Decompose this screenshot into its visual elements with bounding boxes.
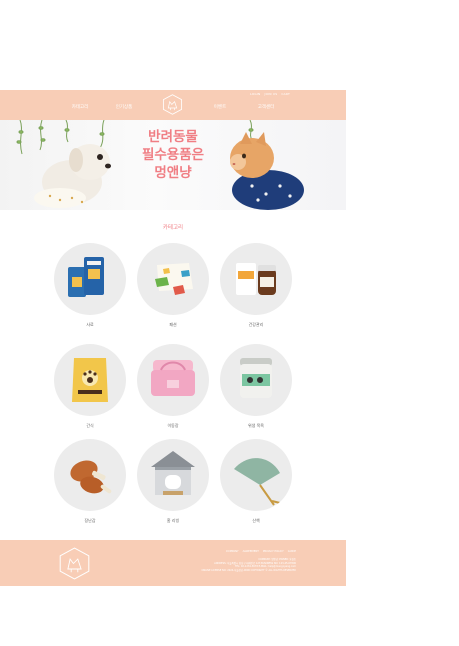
category-label: 패션 (169, 322, 177, 327)
hero-banner[interactable]: 반려동물 필수용품은 멍앤냥 (0, 120, 346, 210)
category-section-title: 카테고리 (162, 225, 184, 231)
footer: COMPANY AGREEMENT PRIVACY POLICY GUIDE C… (0, 540, 346, 586)
category-hygiene[interactable]: 위생 목욕 (220, 344, 292, 429)
top-links: LOGIN JOIN US CART (250, 92, 290, 96)
category-label: 이동장 (167, 423, 179, 428)
category-carrier[interactable]: 이동장 (137, 344, 209, 429)
footer-company-info: COMPANY: 멍앤냥 OWNER: 홍길동 ADDRESS: 서울특별시 강… (201, 558, 296, 572)
chicken-leg-toy-icon (70, 460, 112, 494)
category-image (220, 344, 292, 416)
category-image (137, 243, 209, 315)
hygiene-tub-icon (240, 358, 272, 398)
category-label: 사료 (86, 322, 94, 327)
footer-link-privacy[interactable]: PRIVACY POLICY (263, 550, 284, 553)
category-fashion[interactable]: 패션 (137, 243, 209, 328)
category-label: 장난감 (84, 518, 96, 523)
category-image (54, 439, 126, 511)
category-image (220, 243, 292, 315)
hero-title: 반려동물 필수용품은 멍앤냥 (103, 128, 243, 182)
footer-link-guide[interactable]: GUIDE (288, 550, 296, 553)
category-image (137, 344, 209, 416)
category-health[interactable]: 건강관리 (220, 243, 292, 328)
walking-umbrella-icon (234, 458, 281, 506)
hero-title-line: 반려동물 (148, 129, 198, 145)
page: LOGIN JOIN US CART 카테고리 인기상품 이벤트 고객센터 반려… (0, 90, 346, 586)
pet-clothing-icon (155, 263, 193, 295)
hexagon-cat-logo-icon[interactable] (162, 94, 183, 115)
pet-food-bag-icon (68, 257, 104, 297)
hero-title-line: 필수용품은 (141, 147, 205, 163)
category-snack[interactable]: 간식 (54, 344, 126, 429)
treat-pouch-icon (72, 358, 108, 402)
category-toy[interactable]: 장난감 (54, 439, 126, 524)
header: LOGIN JOIN US CART 카테고리 인기상품 이벤트 고객센터 (0, 90, 346, 120)
supplement-jar-icon (236, 263, 276, 295)
footer-links: COMPANY AGREEMENT PRIVACY POLICY GUIDE (226, 550, 296, 553)
nav-support[interactable]: 고객센터 (258, 104, 275, 110)
footer-info-line: ONLINE LICENSE NO: 2024-서울강남-0000 COPYRI… (201, 568, 296, 572)
category-image (220, 439, 292, 511)
category-image (54, 344, 126, 416)
category-label: 건강관리 (248, 322, 264, 327)
cart-link[interactable]: CART (281, 92, 290, 96)
category-home-living[interactable]: 홈 리빙 (137, 439, 209, 524)
category-label: 간식 (86, 423, 94, 428)
footer-link-agreement[interactable]: AGREEMENT (243, 550, 259, 553)
hexagon-cat-logo-icon (59, 547, 90, 580)
nav-popular[interactable]: 인기상품 (116, 104, 133, 110)
hero-title-line: 멍앤냥 (154, 165, 192, 181)
category-image (54, 243, 126, 315)
pet-carrier-bag-icon (151, 360, 195, 396)
footer-link-company[interactable]: COMPANY (226, 550, 239, 553)
join-link[interactable]: JOIN US (265, 92, 278, 96)
category-food[interactable]: 사료 (54, 243, 126, 328)
category-walk[interactable]: 산책 (220, 439, 292, 524)
category-label: 홈 리빙 (166, 518, 180, 523)
nav-category[interactable]: 카테고리 (72, 104, 89, 110)
login-link[interactable]: LOGIN (250, 92, 260, 96)
nav-event[interactable]: 이벤트 (214, 104, 226, 110)
category-label: 산책 (252, 518, 260, 523)
pet-house-icon (151, 451, 195, 495)
category-label: 위생 목욕 (248, 423, 264, 428)
category-image (137, 439, 209, 511)
